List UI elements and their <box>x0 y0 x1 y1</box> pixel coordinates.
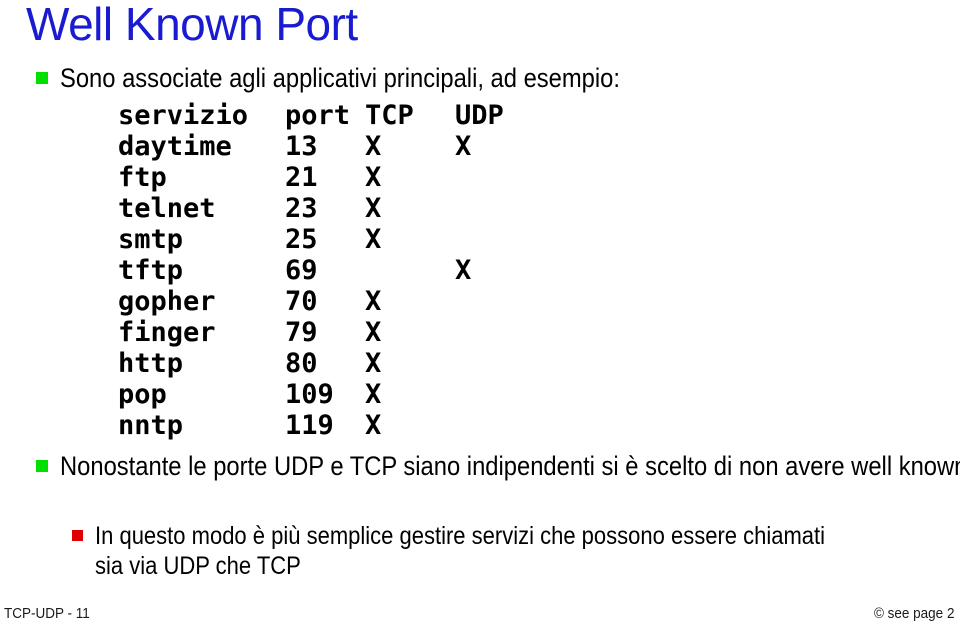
cell-port: 109 <box>285 379 334 410</box>
table-row: finger 79 X <box>118 317 535 348</box>
green-square-bullet-icon <box>36 460 48 472</box>
cell-tcp: X <box>365 317 382 348</box>
cell-port: 80 <box>285 348 318 379</box>
cell-port: 23 <box>285 193 318 224</box>
cell-servizio: nntp <box>118 410 184 441</box>
cell-port: 69 <box>285 255 318 286</box>
cell-servizio: finger <box>118 317 216 348</box>
cell-servizio: daytime <box>118 131 232 162</box>
cell-tcp: X <box>365 410 382 441</box>
cell-tcp: X <box>365 224 382 255</box>
cell-udp: X <box>455 131 472 162</box>
table-row: smtp 25 X <box>118 224 535 255</box>
cell-udp <box>455 348 535 379</box>
cell-udp: X <box>455 255 472 286</box>
cell-udp <box>455 162 535 193</box>
cell-port: 119 <box>285 410 334 441</box>
table-row: gopher 70 X <box>118 286 535 317</box>
cell-servizio: gopher <box>118 286 216 317</box>
table-row: http 80 X <box>118 348 535 379</box>
bullet-note-simpler: In questo modo è più semplice gestire se… <box>72 521 932 581</box>
bullet-note-independence: Nonostante le porte UDP e TCP siano indi… <box>36 450 960 482</box>
footer-left: TCP-UDP - 11 <box>4 605 99 622</box>
cell-servizio: smtp <box>118 224 184 255</box>
cell-servizio: tftp <box>118 255 184 286</box>
bullet-note-simpler-label: In questo modo è più semplice gestire se… <box>95 522 826 580</box>
cell-port: 70 <box>285 286 318 317</box>
footer-right: © see page 2 <box>865 605 954 622</box>
cell-udp <box>455 410 535 441</box>
table-row: nntp 119 X <box>118 410 535 441</box>
port-table: servizio port TCP UDP daytime 13 X X ftp… <box>118 100 535 441</box>
table-row: telnet 23 X <box>118 193 535 224</box>
bullet-intro: Sono associate agli applicativi principa… <box>36 62 936 94</box>
cell-tcp: X <box>365 131 382 162</box>
table-row: ftp 21 X <box>118 162 535 193</box>
cell-port: 13 <box>285 131 318 162</box>
header-servizio: servizio <box>118 100 249 131</box>
green-square-bullet-icon <box>36 72 48 84</box>
cell-servizio: ftp <box>118 162 167 193</box>
cell-tcp: X <box>365 379 382 410</box>
cell-servizio: http <box>118 348 184 379</box>
cell-port: 21 <box>285 162 318 193</box>
table-row: daytime 13 X X <box>118 131 535 162</box>
cell-servizio: pop <box>118 379 167 410</box>
bullet-note-independence-label: Nonostante le porte UDP e TCP siano indi… <box>60 451 960 481</box>
cell-udp <box>455 193 535 224</box>
header-port: port <box>285 100 351 131</box>
cell-tcp: X <box>365 348 382 379</box>
cell-udp <box>455 286 535 317</box>
footer-copyright: © see page 2 <box>873 605 954 622</box>
cell-port: 25 <box>285 224 318 255</box>
header-tcp: TCP <box>365 100 414 131</box>
bullet-intro-label: Sono associate agli applicativi principa… <box>60 63 620 93</box>
cell-tcp: X <box>365 162 382 193</box>
header-udp: UDP <box>455 100 504 131</box>
table-row: tftp 69 X <box>118 255 535 286</box>
cell-udp <box>455 317 535 348</box>
slide: Well Known Port Sono associate agli appl… <box>0 0 960 630</box>
red-square-bullet-icon <box>72 530 83 541</box>
cell-udp <box>455 224 535 255</box>
cell-tcp: X <box>365 286 382 317</box>
table-row: pop 109 X <box>118 379 535 410</box>
cell-tcp <box>365 255 455 286</box>
cell-tcp: X <box>365 193 382 224</box>
table-header-row: servizio port TCP UDP <box>118 100 535 131</box>
page-title: Well Known Port <box>26 0 358 50</box>
cell-udp <box>455 379 535 410</box>
cell-port: 79 <box>285 317 318 348</box>
cell-servizio: telnet <box>118 193 216 224</box>
footer-slide-id: TCP-UDP - 11 <box>4 605 90 622</box>
